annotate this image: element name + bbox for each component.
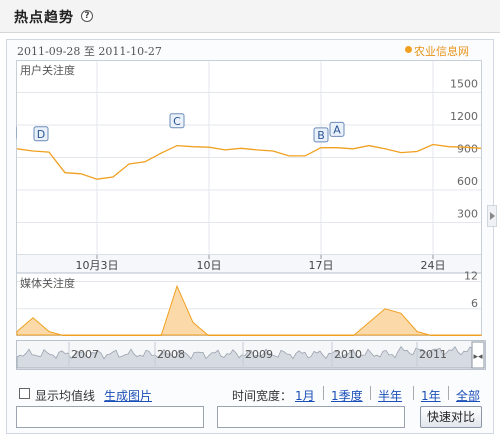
y-tick-label: 900	[457, 143, 478, 156]
navigator-year-label: 2008	[157, 348, 185, 361]
source-dot-icon	[405, 46, 412, 53]
quick-compare-button[interactable]: 快速对比	[420, 406, 482, 428]
range-separator	[413, 386, 414, 400]
y-tick-label: 600	[457, 175, 478, 188]
compare-keyword-input-1[interactable]	[16, 406, 204, 428]
timeline-navigator[interactable]: 2007 2008 2009 2010 2011 ▸◂	[16, 340, 486, 370]
navigator-year-label: 2009	[245, 348, 273, 361]
y-tick-label: 1200	[450, 110, 478, 123]
chart-title-user-attention: 用户关注度	[20, 63, 75, 77]
event-flag-b: B	[313, 127, 329, 143]
date-range-separator: 至	[83, 45, 95, 58]
page-title: 热点趋势	[14, 10, 74, 26]
drag-handle-icon: ▸◂	[473, 352, 483, 362]
trend-chart[interactable]: 300 600 900 1200 1500 用户关注度 10月3日 10日 17日 24日 6 12 媒…	[16, 60, 482, 336]
event-flag-label: A	[333, 123, 341, 136]
x-tick-label: 10日	[197, 259, 222, 272]
x-tick-label: 10月3日	[76, 259, 119, 272]
help-icon[interactable]: ?	[81, 10, 93, 22]
chart-title-media-attention: 媒体关注度	[20, 276, 75, 290]
x-tick-label: 24日	[421, 259, 446, 272]
page-header: 热点趋势 ?	[0, 0, 500, 33]
event-flag-label: B	[317, 129, 325, 142]
range-separator	[370, 386, 371, 400]
range-option-half-year[interactable]: 半年	[378, 387, 402, 404]
y-tick-label: 300	[457, 208, 478, 221]
navigator-year-label: 2007	[71, 348, 99, 361]
timeline-navigator-svg[interactable]: 2007 2008 2009 2010 2011 ▸◂	[16, 340, 486, 370]
range-option-1-quarter[interactable]: 1季度	[331, 387, 363, 404]
chevron-right-icon	[490, 212, 495, 220]
time-width-label: 时间宽度：	[232, 389, 293, 403]
event-flag-c: C	[169, 113, 185, 129]
event-flag-label: D	[37, 128, 45, 141]
range-separator	[323, 386, 324, 400]
expand-panel-handle[interactable]	[487, 205, 497, 227]
show-average-checkbox[interactable]	[19, 388, 30, 399]
show-average-label[interactable]: 显示均值线	[35, 387, 95, 404]
y-tick-label: 1500	[450, 78, 478, 91]
range-separator	[448, 386, 449, 400]
range-option-all[interactable]: 全部	[456, 387, 480, 404]
generate-image-link[interactable]: 生成图片	[104, 387, 152, 404]
event-flag-a: A	[329, 121, 345, 137]
date-range-start: 2011-09-28	[17, 45, 81, 58]
x-tick-label: 17日	[309, 259, 334, 272]
trend-chart-svg[interactable]: 300 600 900 1200 1500 用户关注度 10月3日 10日 17日 24日 6 12 媒…	[16, 60, 482, 336]
date-range: 2011-09-28 至 2011-10-27	[17, 43, 162, 59]
date-range-end: 2011-10-27	[98, 45, 162, 58]
range-option-1-month[interactable]: 1月	[295, 387, 315, 404]
navigator-year-label: 2010	[334, 348, 362, 361]
media-y-tick-label: 12	[464, 270, 478, 283]
chart-controls: 显示均值线 生成图片 时间宽度： 1月 1季度 半年 1年 全部	[16, 385, 486, 405]
event-flag-label: C	[173, 115, 181, 128]
navigator-year-label: 2011	[419, 348, 447, 361]
chart-frame	[16, 60, 482, 336]
range-option-1-year[interactable]: 1年	[421, 387, 441, 404]
event-flag-d: D	[33, 126, 49, 142]
source-label: 农业信息网	[414, 45, 469, 58]
compare-keyword-input-2[interactable]	[217, 406, 405, 428]
media-y-tick-label: 6	[471, 297, 478, 310]
